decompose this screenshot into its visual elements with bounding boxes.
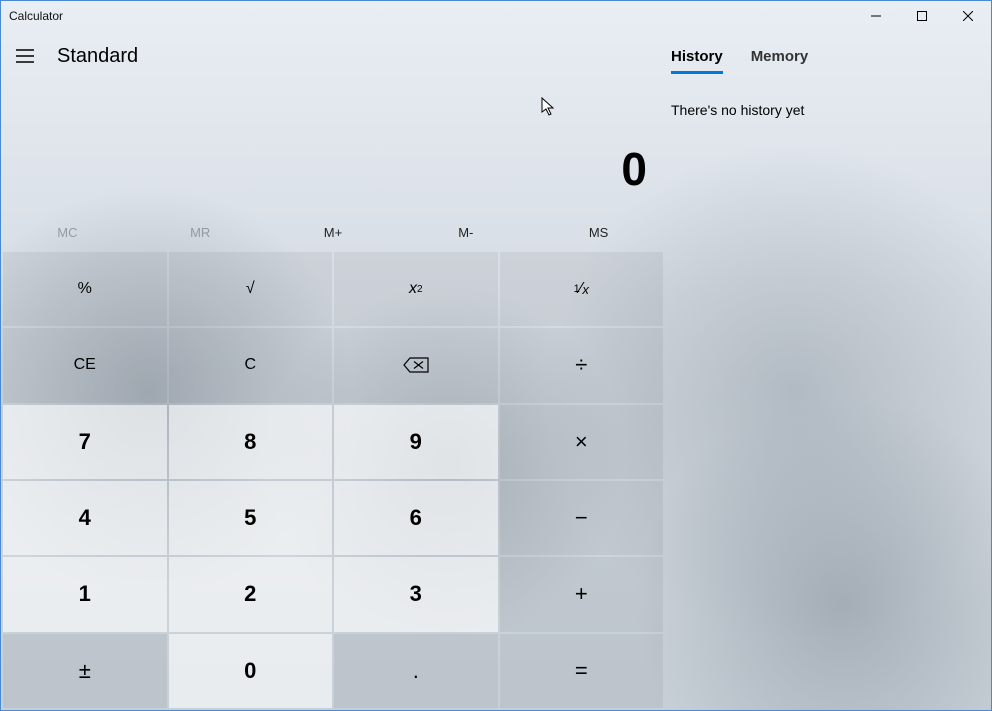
mode-title: Standard: [57, 45, 138, 68]
subtract-button[interactable]: −: [500, 481, 664, 555]
menu-button[interactable]: [1, 30, 49, 82]
num-7-button[interactable]: 7: [3, 405, 167, 479]
tab-history[interactable]: History: [671, 48, 723, 74]
num-9-button[interactable]: 9: [334, 405, 498, 479]
tab-memory[interactable]: Memory: [751, 48, 809, 74]
minimize-button[interactable]: [853, 1, 899, 30]
decimal-button[interactable]: .: [334, 634, 498, 708]
num-6-button[interactable]: 6: [334, 481, 498, 555]
num-1-button[interactable]: 1: [3, 557, 167, 631]
divide-button[interactable]: ÷: [500, 328, 664, 402]
memory-store-button[interactable]: MS: [532, 225, 665, 240]
sqrt-button[interactable]: √: [169, 252, 333, 326]
window-title: Calculator: [9, 9, 63, 23]
titlebar[interactable]: Calculator: [1, 1, 991, 30]
memory-clear-button: MC: [1, 225, 134, 240]
square-button[interactable]: x2: [334, 252, 498, 326]
sign-button[interactable]: ±: [3, 634, 167, 708]
add-button[interactable]: +: [500, 557, 664, 631]
multiply-button[interactable]: ×: [500, 405, 664, 479]
num-3-button[interactable]: 3: [334, 557, 498, 631]
memory-recall-button: MR: [134, 225, 267, 240]
backspace-button[interactable]: [334, 328, 498, 402]
num-4-button[interactable]: 4: [3, 481, 167, 555]
clear-entry-button[interactable]: CE: [3, 328, 167, 402]
clear-button[interactable]: C: [169, 328, 333, 402]
equals-button[interactable]: =: [500, 634, 664, 708]
history-empty-message: There's no history yet: [665, 74, 991, 118]
memory-add-button[interactable]: M+: [267, 225, 400, 240]
percent-button[interactable]: %: [3, 252, 167, 326]
reciprocal-button[interactable]: 1∕x: [500, 252, 664, 326]
close-button[interactable]: [945, 1, 991, 30]
display: 0: [1, 82, 665, 212]
display-value: 0: [621, 142, 647, 196]
maximize-button[interactable]: [899, 1, 945, 30]
num-0-button[interactable]: 0: [169, 634, 333, 708]
memory-subtract-button[interactable]: M-: [399, 225, 532, 240]
num-2-button[interactable]: 2: [169, 557, 333, 631]
num-5-button[interactable]: 5: [169, 481, 333, 555]
num-8-button[interactable]: 8: [169, 405, 333, 479]
